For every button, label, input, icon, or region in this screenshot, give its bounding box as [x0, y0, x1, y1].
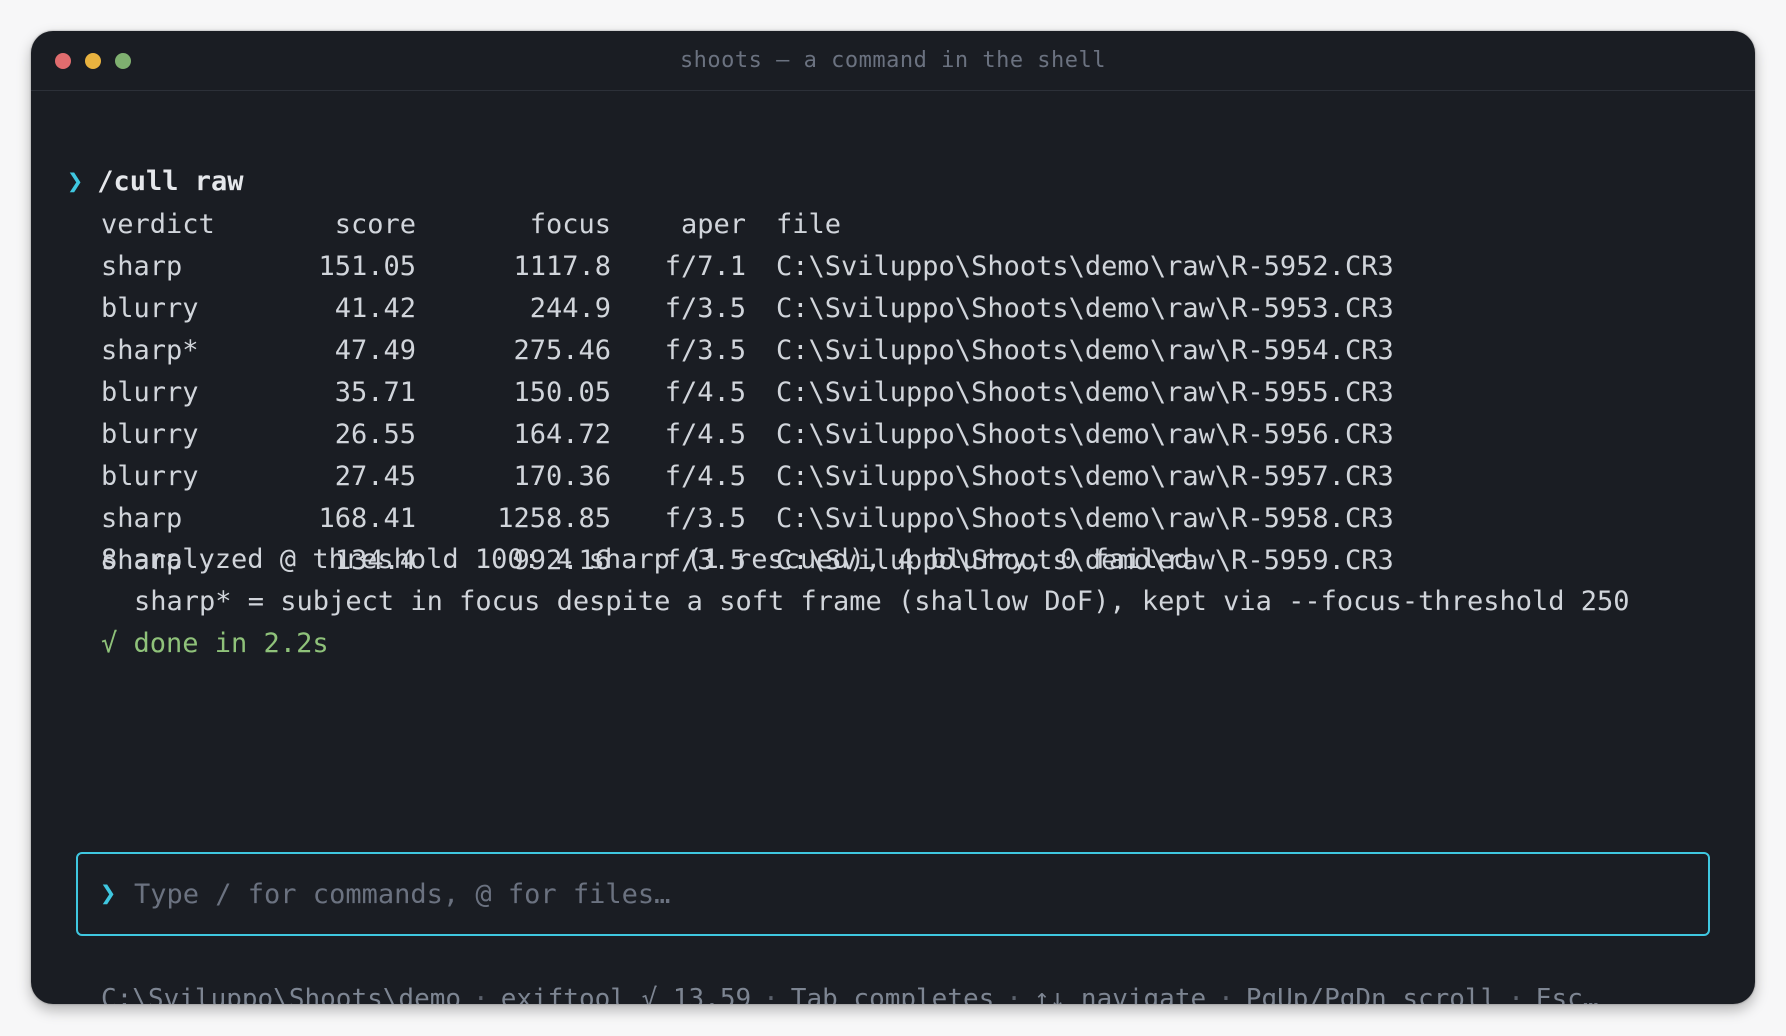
table-row: blurry 35.71 150.05 f/4.5 C:\Sviluppo\Sh… — [101, 371, 1394, 413]
summary-text: 8 analyzed @ threshold 100: 4 sharp (1 r… — [101, 544, 1191, 575]
cell-file: C:\Sviluppo\Shoots\demo\raw\R-5953.CR3 — [776, 292, 1394, 324]
header-focus: focus — [529, 208, 611, 240]
cell-score: 168.41 — [318, 502, 416, 534]
table-row: sharp* 47.49 275.46 f/3.5 C:\Sviluppo\Sh… — [101, 329, 1394, 371]
status-separator: · — [473, 984, 489, 1004]
status-hint-esc: Esc… — [1535, 984, 1599, 1004]
status-separator: · — [1218, 984, 1234, 1004]
command-input-box[interactable]: ❯ — [76, 852, 1710, 936]
cell-verdict: sharp — [101, 502, 183, 534]
cell-score: 41.42 — [334, 292, 416, 324]
cell-verdict: blurry — [101, 418, 199, 450]
cell-focus: 150.05 — [513, 376, 611, 408]
cell-file: C:\Sviluppo\Shoots\demo\raw\R-5958.CR3 — [776, 502, 1394, 534]
status-hint-navigate: ↑↓ navigate — [1033, 984, 1207, 1004]
status-separator: · — [1508, 984, 1524, 1004]
status-separator: · — [763, 984, 779, 1004]
cell-aper: f/4.5 — [664, 460, 746, 492]
command-line: ❯ /cull raw — [67, 161, 244, 203]
cell-verdict: blurry — [101, 292, 199, 324]
cell-verdict: blurry — [101, 376, 199, 408]
header-score: score — [334, 208, 416, 240]
header-verdict: verdict — [101, 208, 215, 240]
cell-aper: f/7.1 — [664, 250, 746, 282]
cell-file: C:\Sviluppo\Shoots\demo\raw\R-5957.CR3 — [776, 460, 1394, 492]
cell-focus: 244.9 — [529, 292, 611, 324]
table-row: blurry 41.42 244.9 f/3.5 C:\Sviluppo\Sho… — [101, 287, 1394, 329]
command-text: /cull raw — [97, 166, 244, 197]
cell-score: 47.49 — [334, 334, 416, 366]
terminal-body: ❯ /cull raw verdict score focus aper file… — [31, 91, 1755, 1004]
cell-score: 35.71 — [334, 376, 416, 408]
table-header-row: verdict score focus aper file — [101, 203, 1394, 245]
table-row: blurry 26.55 164.72 f/4.5 C:\Sviluppo\Sh… — [101, 413, 1394, 455]
cell-focus: 1117.8 — [513, 250, 611, 282]
command-input[interactable] — [134, 854, 1674, 934]
status-bar: C:\Sviluppo\Shoots\demo · exiftool √ 13.59… — [101, 978, 1721, 1004]
cell-aper: f/4.5 — [664, 418, 746, 450]
status-exiftool-version: exiftool √ 13.59 — [500, 984, 752, 1004]
status-hint-scroll: PgUp/PgDn scroll — [1245, 984, 1497, 1004]
cell-verdict: sharp* — [101, 334, 199, 366]
cell-focus: 275.46 — [513, 334, 611, 366]
table-row: sharp 151.05 1117.8 f/7.1 C:\Sviluppo\Sh… — [101, 245, 1394, 287]
terminal-window: shoots — a command in the shell ❯ /cull r… — [31, 31, 1755, 1004]
prompt-chevron-icon: ❯ — [67, 166, 84, 197]
cell-file: C:\Sviluppo\Shoots\demo\raw\R-5954.CR3 — [776, 334, 1394, 366]
rescue-note-text: sharp* = subject in focus despite a soft… — [134, 586, 1630, 617]
results-table: verdict score focus aper file sharp 151.… — [101, 203, 1394, 581]
cell-aper: f/3.5 — [664, 334, 746, 366]
cell-score: 27.45 — [334, 460, 416, 492]
status-hint-tab: Tab completes — [790, 984, 995, 1004]
header-file: file — [776, 208, 842, 240]
cell-verdict: sharp — [101, 250, 183, 282]
header-aper: aper — [680, 208, 746, 240]
table-row: blurry 27.45 170.36 f/4.5 C:\Sviluppo\Sh… — [101, 455, 1394, 497]
status-cwd: C:\Sviluppo\Shoots\demo — [101, 984, 462, 1004]
cell-file: C:\Sviluppo\Shoots\demo\raw\R-5952.CR3 — [776, 250, 1394, 282]
cell-verdict: blurry — [101, 460, 199, 492]
table-row: sharp 168.41 1258.85 f/3.5 C:\Sviluppo\S… — [101, 497, 1394, 539]
cell-aper: f/3.5 — [664, 502, 746, 534]
status-separator: · — [1006, 984, 1022, 1004]
cell-focus: 164.72 — [513, 418, 611, 450]
cell-file: C:\Sviluppo\Shoots\demo\raw\R-5955.CR3 — [776, 376, 1394, 408]
title-bar: shoots — a command in the shell — [31, 31, 1755, 91]
cell-aper: f/4.5 — [664, 376, 746, 408]
input-prompt-chevron-icon: ❯ — [100, 878, 117, 909]
window-title: shoots — a command in the shell — [679, 48, 1107, 73]
cell-focus: 1258.85 — [497, 502, 611, 534]
cell-focus: 170.36 — [513, 460, 611, 492]
cell-aper: f/3.5 — [664, 292, 746, 324]
cell-file: C:\Sviluppo\Shoots\demo\raw\R-5956.CR3 — [776, 418, 1394, 450]
cell-score: 151.05 — [318, 250, 416, 282]
done-status-text: √ done in 2.2s — [101, 628, 329, 659]
cell-score: 26.55 — [334, 418, 416, 450]
